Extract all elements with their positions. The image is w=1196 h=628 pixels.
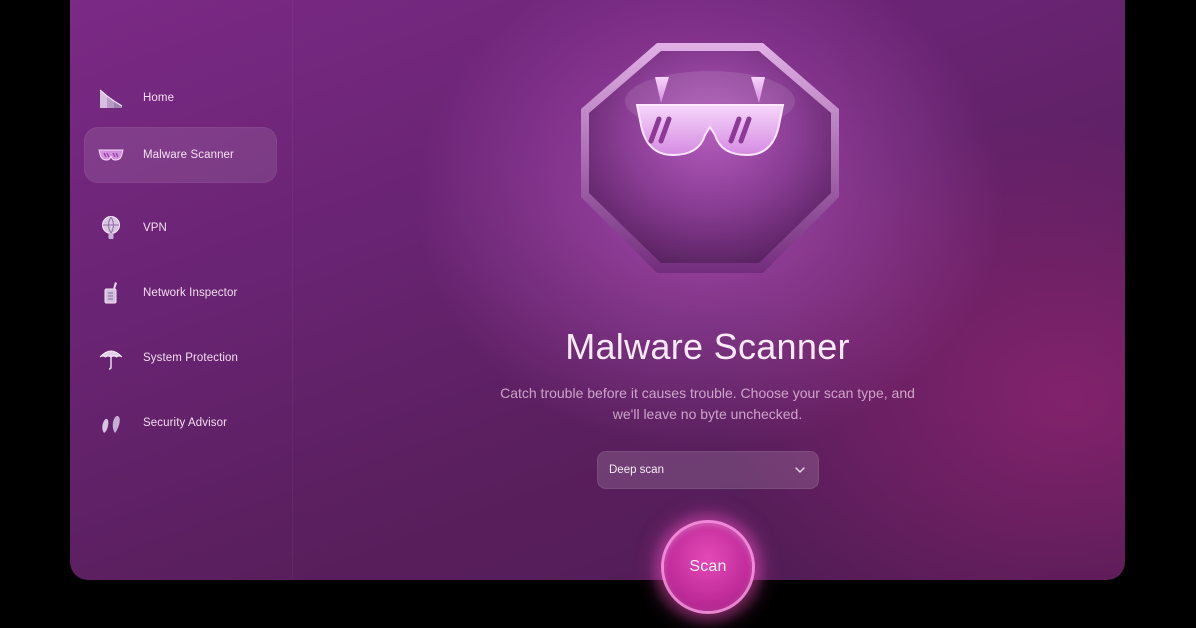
app-window: Home Malware Scanner VPN Network Inspect… xyxy=(70,0,1125,580)
subtitle-line-1: Catch trouble before it causes trouble. … xyxy=(500,385,915,401)
scan-type-value: Deep scan xyxy=(609,464,664,476)
network-inspector-icon xyxy=(96,278,126,308)
sidebar-item-network-inspector[interactable]: Network Inspector xyxy=(84,265,277,321)
page-title: Malware Scanner xyxy=(565,326,850,367)
scan-button-label: Scan xyxy=(689,558,727,575)
subtitle-line-2: we'll leave no byte unchecked. xyxy=(612,406,803,422)
chevron-down-icon xyxy=(793,463,807,477)
sidebar-item-label: Network Inspector xyxy=(143,287,238,299)
sidebar-item-malware-scanner[interactable]: Malware Scanner xyxy=(84,127,277,183)
sidebar: Home Malware Scanner VPN Network Inspect… xyxy=(70,0,293,580)
sidebar-item-label: Home xyxy=(143,92,175,104)
sidebar-item-security-advisor[interactable]: Security Advisor xyxy=(84,395,277,451)
sidebar-item-vpn[interactable]: VPN xyxy=(84,200,277,256)
sidebar-item-label: Security Advisor xyxy=(143,417,228,429)
sidebar-item-label: Malware Scanner xyxy=(143,149,234,161)
sidebar-item-system-protection[interactable]: System Protection xyxy=(84,330,277,386)
sidebar-item-label: System Protection xyxy=(143,352,239,364)
screen: Home Malware Scanner VPN Network Inspect… xyxy=(0,0,1196,628)
security-advisor-icon xyxy=(96,408,126,438)
page-subtitle: Catch trouble before it causes trouble. … xyxy=(460,383,955,425)
scan-button[interactable]: Scan xyxy=(664,523,752,611)
sidebar-item-label: VPN xyxy=(143,222,167,234)
sunglasses-icon xyxy=(96,140,126,170)
sidebar-item-home[interactable]: Home xyxy=(84,70,277,126)
home-icon xyxy=(96,83,126,113)
scan-type-dropdown[interactable]: Deep scan xyxy=(597,451,819,489)
malware-scanner-hero-icon xyxy=(573,35,847,281)
umbrella-icon xyxy=(96,343,126,373)
vpn-icon xyxy=(96,213,126,243)
